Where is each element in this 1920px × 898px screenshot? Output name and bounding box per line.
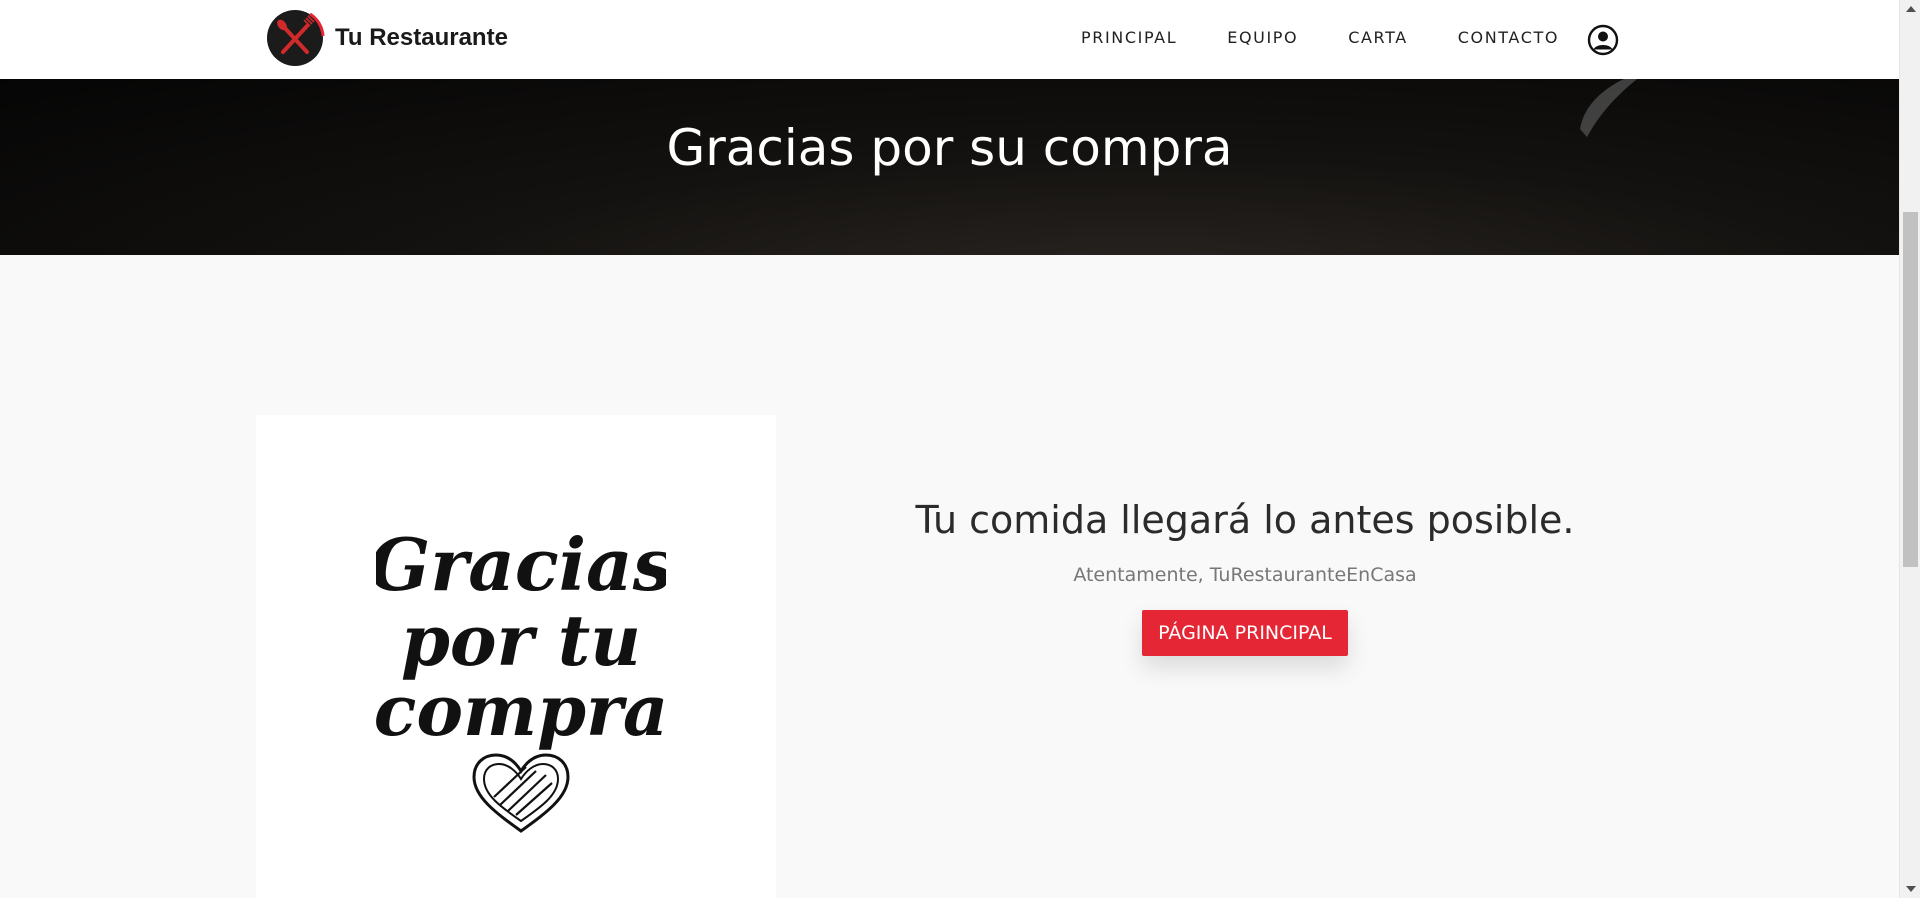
scroll-up-arrow-icon[interactable]	[1906, 6, 1916, 12]
fork-knife-logo-icon	[267, 10, 325, 66]
page: Tu Restaurante PRINCIPAL EQUIPO CARTA CO…	[0, 0, 1920, 898]
nav-item-contacto[interactable]: CONTACTO	[1458, 28, 1559, 47]
confirmation-message: Tu comida llegará lo antes posible. Aten…	[900, 498, 1590, 656]
scroll-down-arrow-icon[interactable]	[1906, 886, 1916, 892]
nav-item-carta[interactable]: CARTA	[1348, 28, 1408, 47]
script-line-3: compra	[376, 669, 666, 752]
hero-banner: Gracias por su compra	[0, 79, 1899, 255]
user-circle-icon[interactable]	[1587, 24, 1619, 56]
thanks-script-art: Gracias por tu compra	[376, 522, 666, 833]
scroll-thumb[interactable]	[1903, 212, 1918, 567]
brand-name: Tu Restaurante	[335, 24, 508, 51]
nav-item-principal[interactable]: PRINCIPAL	[1081, 28, 1177, 47]
thanks-image: Gracias por tu compra	[256, 415, 776, 898]
script-line-1: Gracias	[376, 522, 666, 607]
message-title: Tu comida llegará lo antes posible.	[915, 498, 1575, 542]
nav-item-equipo[interactable]: EQUIPO	[1227, 28, 1298, 47]
heart-icon	[472, 753, 570, 833]
home-page-button[interactable]: PÁGINA PRINCIPAL	[1142, 610, 1348, 656]
message-signature: Atentamente, TuRestauranteEnCasa	[1073, 564, 1417, 586]
hero-title: Gracias por su compra	[666, 119, 1233, 177]
brand-link[interactable]: Tu Restaurante	[265, 8, 508, 68]
main-nav: PRINCIPAL EQUIPO CARTA CONTACTO	[1081, 28, 1609, 47]
page-scrollbar[interactable]	[1899, 0, 1920, 898]
navbar: Tu Restaurante PRINCIPAL EQUIPO CARTA CO…	[0, 0, 1899, 79]
